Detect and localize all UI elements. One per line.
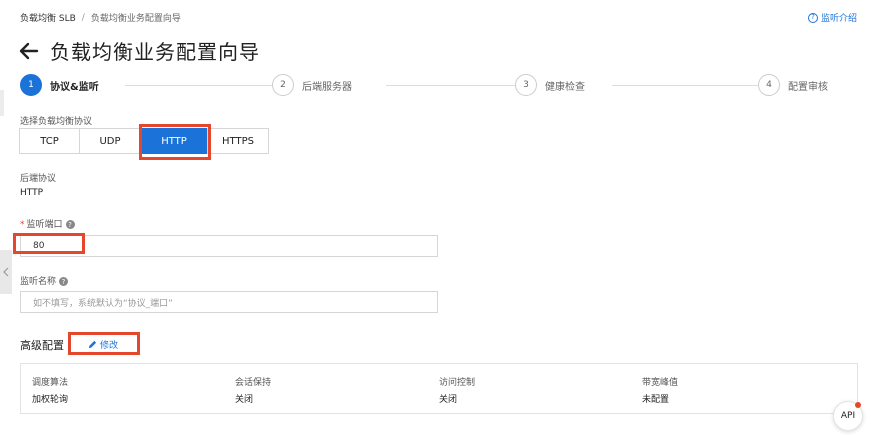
advanced-column-value: 关闭 <box>235 395 254 405</box>
step-number: 4 <box>758 74 780 96</box>
step-3[interactable]: 3 健康检查 <box>515 74 585 96</box>
protocol-tcp-button[interactable]: TCP <box>19 128 80 154</box>
advanced-column-header: 会话保持 <box>235 378 272 388</box>
page-title: 负载均衡业务配置向导 <box>50 40 260 64</box>
protocol-label: 选择负载均衡协议 <box>20 117 93 127</box>
port-input[interactable]: 80 <box>20 235 438 257</box>
protocol-http-button[interactable]: HTTP <box>140 128 208 154</box>
step-number: 3 <box>515 74 537 96</box>
advanced-column-scheduler: 调度算法 加权轮询 <box>32 375 68 405</box>
step-number: 1 <box>20 74 42 96</box>
side-nav-edge <box>0 90 4 116</box>
advanced-column-header: 访问控制 <box>439 378 476 388</box>
step-2[interactable]: 2 后端服务器 <box>272 74 352 96</box>
protocol-udp-button[interactable]: UDP <box>79 128 141 154</box>
collapse-sidebar-toggle[interactable] <box>0 250 12 294</box>
step-label: 健康检查 <box>545 81 585 93</box>
question-icon[interactable]: ? <box>65 220 75 229</box>
arrow-left-icon[interactable] <box>18 40 40 62</box>
step-label: 后端服务器 <box>302 81 352 93</box>
advanced-column-header: 调度算法 <box>32 378 69 388</box>
step-connector <box>612 85 760 86</box>
breadcrumb-current: 负载均衡业务配置向导 <box>90 14 181 24</box>
advanced-column-value: 关闭 <box>439 395 458 405</box>
port-label-row: * 监听端口? <box>20 217 75 230</box>
step-1[interactable]: 1 协议&监听 <box>20 74 99 96</box>
advanced-column-value: 加权轮询 <box>32 395 69 405</box>
advanced-column-header: 带宽峰值 <box>642 378 679 388</box>
backend-protocol-label: 后端协议 <box>20 174 57 184</box>
port-label: 监听端口 <box>26 220 63 230</box>
protocol-selector: TCP UDP HTTP HTTPS <box>19 128 269 154</box>
listener-name-label-row: 监听名称? <box>20 274 69 287</box>
question-icon[interactable]: ? <box>59 277 69 286</box>
chevron-left-icon <box>3 267 9 277</box>
question-circle-icon: ? <box>807 12 818 23</box>
step-number: 2 <box>272 74 294 96</box>
pencil-icon <box>88 340 97 349</box>
advanced-config-title: 高级配置 <box>20 339 64 352</box>
required-mark: * <box>20 220 25 230</box>
notification-dot <box>855 402 861 408</box>
step-connector <box>386 85 516 86</box>
step-connector <box>125 85 280 86</box>
title-row: 负载均衡业务配置向导 <box>18 36 260 65</box>
edit-advanced-button[interactable]: 修改 <box>88 338 118 351</box>
advanced-column-acl: 访问控制 关闭 <box>439 375 475 405</box>
listener-name-input[interactable]: 如不填写，系统默认为“协议_端口” <box>20 291 438 313</box>
help-link[interactable]: ? 监听介绍 <box>807 11 857 24</box>
breadcrumb-separator: / <box>81 12 85 23</box>
protocol-https-button[interactable]: HTTPS <box>207 128 269 154</box>
breadcrumb: 负载均衡 SLB / 负载均衡业务配置向导 <box>20 11 181 25</box>
breadcrumb-root[interactable]: 负载均衡 SLB <box>20 11 76 24</box>
step-label: 配置审核 <box>788 81 828 93</box>
wizard-steps: 1 协议&监听 2 后端服务器 3 健康检查 4 配置审核 <box>20 74 860 98</box>
step-4[interactable]: 4 配置审核 <box>758 74 828 96</box>
edit-advanced-label: 修改 <box>100 341 119 351</box>
help-link-label: 监听介绍 <box>820 14 857 24</box>
backend-protocol-value: HTTP <box>20 188 44 198</box>
step-label: 协议&监听 <box>50 81 99 93</box>
advanced-column-bandwidth: 带宽峰值 未配置 <box>642 375 678 405</box>
advanced-column-session: 会话保持 关闭 <box>235 375 271 405</box>
listener-name-label: 监听名称 <box>20 277 57 287</box>
advanced-config-panel: 调度算法 加权轮询 会话保持 关闭 访问控制 关闭 带宽峰值 未配置 <box>20 363 858 414</box>
advanced-column-value: 未配置 <box>642 395 670 405</box>
